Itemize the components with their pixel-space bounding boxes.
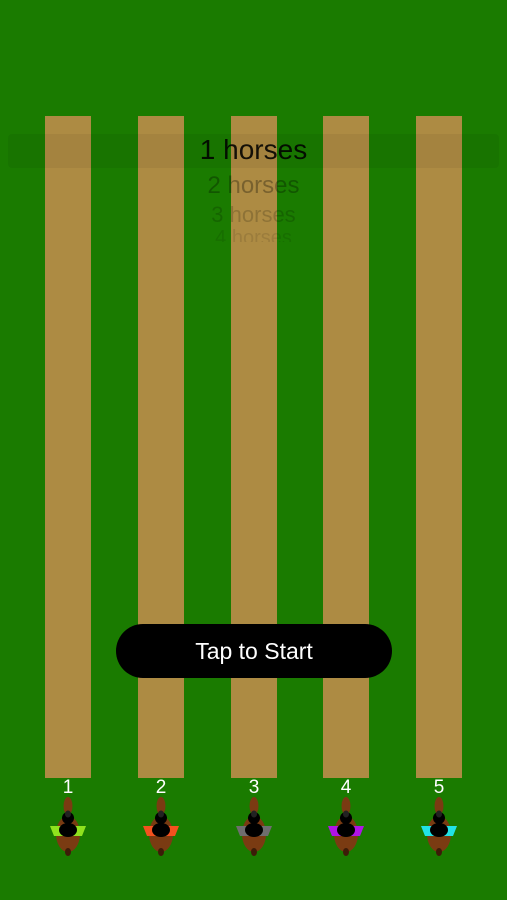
picker-option[interactable]: 4 horses [0,227,507,242]
picker-option[interactable]: 1 horses [0,134,507,166]
picker-option[interactable]: 3 horses [0,202,507,228]
start-button[interactable]: Tap to Start [116,624,392,678]
horse-icon[interactable] [325,796,367,856]
horse-icon[interactable] [140,796,182,856]
horse-icon[interactable] [47,796,89,856]
horse-icon[interactable] [233,796,275,856]
race-field: 1 horses 2 horses 3 horses 4 horses Tap … [0,0,507,900]
picker-option[interactable]: 2 horses [0,172,507,200]
horse-icon[interactable] [418,796,460,856]
horse-count-picker[interactable]: 1 horses 2 horses 3 horses 4 horses [0,132,507,242]
